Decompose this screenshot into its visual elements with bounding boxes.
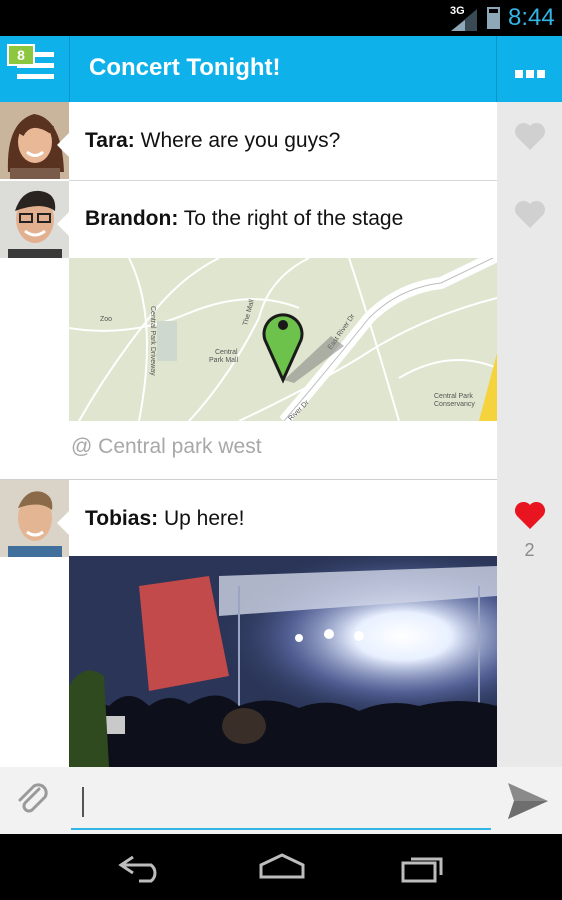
- map-label: Park Mall: [209, 357, 239, 364]
- message-list[interactable]: Tara: Where are you guys? Brandon: To th…: [0, 102, 562, 767]
- send-icon[interactable]: [506, 781, 550, 821]
- like-heart-icon[interactable]: [514, 121, 546, 151]
- map-label: Conservancy: [434, 401, 475, 408]
- paperclip-icon[interactable]: [13, 779, 53, 819]
- map-attachment[interactable]: Zoo Central Park Driveway The Mall Centr…: [69, 258, 497, 421]
- message-item: Tobias: Up here! 2: [0, 480, 546, 767]
- message-body: To the right of the stage: [183, 207, 404, 230]
- like-heart-icon[interactable]: [514, 199, 546, 229]
- author-name: Tobias:: [85, 507, 159, 530]
- recents-icon[interactable]: [399, 851, 449, 883]
- overflow-menu-button[interactable]: [496, 36, 562, 102]
- message-text: Tara: Where are you guys?: [85, 129, 340, 153]
- signal-icon: [451, 9, 477, 31]
- conversation-title: Concert Tonight!: [89, 54, 281, 81]
- author-name: Brandon:: [85, 207, 179, 230]
- bubble-notch: [57, 212, 69, 236]
- message-text: Tobias: Up here!: [85, 507, 245, 531]
- liked-heart-icon[interactable]: [514, 500, 546, 530]
- bubble-notch: [57, 511, 69, 535]
- text-caret: [82, 787, 84, 817]
- status-bar: 3G 8:44: [0, 0, 562, 36]
- message-body: Where are you guys?: [140, 129, 341, 152]
- message-item: Tara: Where are you guys?: [0, 102, 546, 180]
- author-name: Tara:: [85, 129, 135, 152]
- map-image: Zoo Central Park Driveway The Mall Centr…: [69, 258, 497, 421]
- clock: 8:44: [508, 4, 555, 31]
- menu-button[interactable]: 8: [0, 36, 70, 102]
- back-icon[interactable]: [117, 851, 167, 883]
- composer: [0, 767, 562, 834]
- photo-attachment[interactable]: [69, 556, 497, 767]
- home-icon[interactable]: [257, 851, 307, 883]
- battery-icon: [487, 7, 500, 29]
- message-text: Brandon: To the right of the stage: [85, 207, 403, 231]
- map-label: Central Park: [434, 393, 473, 400]
- system-nav-bar: [0, 834, 562, 900]
- bubble-notch: [57, 133, 69, 157]
- message-input[interactable]: [71, 781, 491, 830]
- unread-badge: 8: [7, 44, 35, 66]
- concert-photo: [69, 556, 497, 767]
- overflow-icon: [515, 65, 548, 83]
- map-label: Zoo: [100, 316, 112, 323]
- map-label: Central: [215, 349, 238, 356]
- like-count: 2: [524, 540, 535, 560]
- location-label: @ Central park west: [71, 435, 262, 458]
- message-body: Up here!: [163, 507, 245, 530]
- action-bar: 8 Concert Tonight!: [0, 36, 562, 102]
- message-item: Brandon: To the right of the stage Zoo C…: [0, 181, 546, 501]
- map-label: Central Park Driveway: [149, 306, 156, 376]
